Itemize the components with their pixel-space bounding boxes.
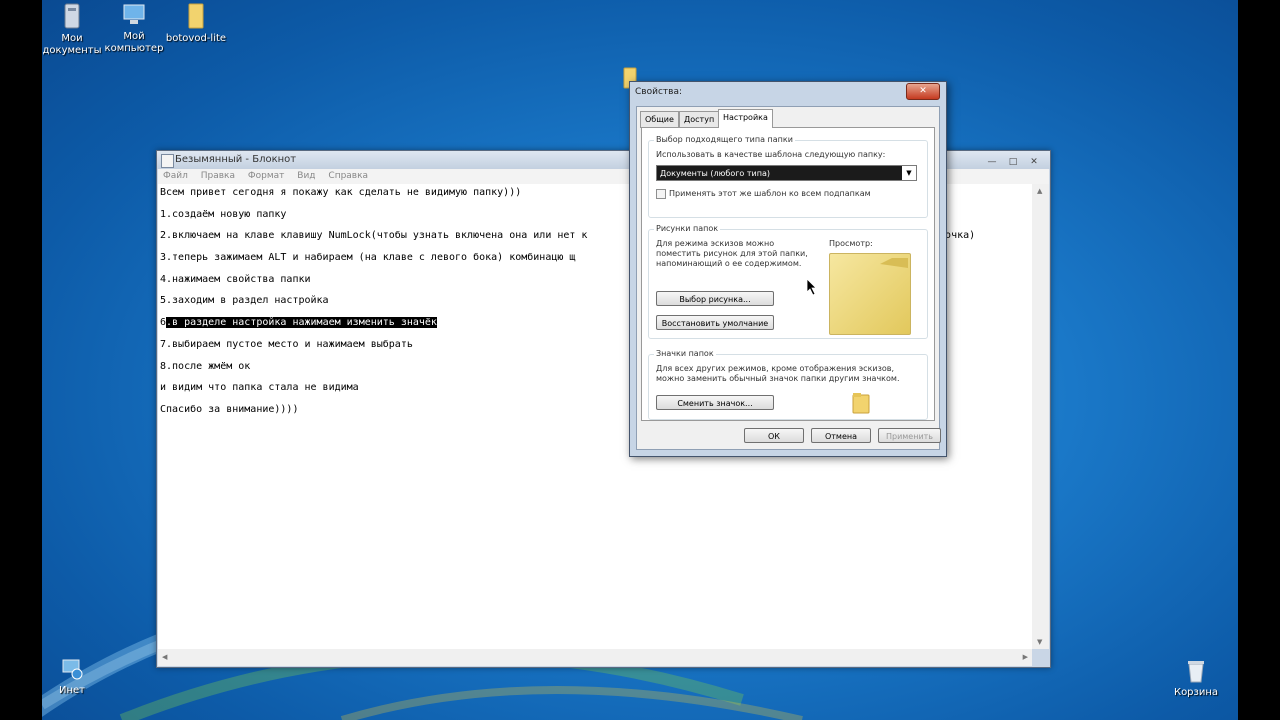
- recycle-bin-icon: [1188, 661, 1204, 683]
- menu-view[interactable]: Вид: [297, 171, 315, 181]
- folder-icon: [880, 258, 908, 268]
- template-prompt: Использовать в качестве шаблона следующу…: [656, 150, 886, 159]
- checkbox-label: Применять этот же шаблон ко всем подпапк…: [669, 189, 871, 198]
- desktop-icon-label: Инет: [59, 685, 85, 696]
- folder-icons-group: Значки папок Для всех других режимов, кр…: [648, 349, 928, 420]
- apply-button[interactable]: Применить: [878, 428, 941, 443]
- restore-default-button[interactable]: Восстановить умолчание: [656, 315, 774, 330]
- desktop-icon-recycle-bin[interactable]: Корзина: [1162, 658, 1230, 699]
- dialog-body: Общие Доступ Настройка Выбор подходящего…: [636, 106, 941, 450]
- window-title: Безымянный - Блокнот: [175, 154, 297, 165]
- dialog-title: Свойства:: [635, 87, 682, 97]
- group-label: Рисунки папок: [654, 224, 721, 233]
- tab-general[interactable]: Общие: [640, 111, 679, 128]
- menu-file[interactable]: Файл: [163, 171, 188, 181]
- properties-dialog[interactable]: Свойства: ✕ Общие Доступ Настройка Выбор…: [629, 81, 947, 457]
- horizontal-scrollbar[interactable]: ◀ ▶: [158, 649, 1032, 666]
- customize-panel: Выбор подходящего типа папки Использоват…: [641, 127, 935, 421]
- network-icon: [62, 659, 83, 680]
- folder-type-group: Выбор подходящего типа папки Использоват…: [648, 135, 928, 218]
- scroll-down-icon[interactable]: ▼: [1037, 638, 1042, 646]
- tab-customize[interactable]: Настройка: [718, 109, 773, 128]
- change-icon-button[interactable]: Сменить значок...: [656, 395, 774, 410]
- pictures-description: Для режима эскизов можно поместить рисун…: [656, 239, 808, 268]
- maximize-button[interactable]: □: [1003, 156, 1023, 169]
- folder-preview-image: [829, 253, 911, 335]
- folder-template-select[interactable]: Документы (любого типа) ▼: [656, 165, 917, 181]
- close-button[interactable]: ✕: [1024, 156, 1044, 169]
- desktop-icon-my-documents[interactable]: Мои документы: [42, 2, 106, 57]
- desktop-icon-label: Мои документы: [42, 33, 102, 56]
- desktop-icon-botovod[interactable]: botovod-lite: [162, 2, 230, 45]
- desktop-icon-label: Корзина: [1173, 687, 1219, 698]
- minimize-button[interactable]: —: [982, 156, 1002, 169]
- scroll-up-icon[interactable]: ▲: [1037, 187, 1042, 195]
- desktop-icon-my-computer[interactable]: Мой компьютер: [100, 2, 168, 55]
- text-line-start: 2.включаем на клаве клавишу NumLock(чтоб…: [160, 230, 588, 242]
- group-label: Выбор подходящего типа папки: [654, 135, 795, 144]
- vertical-scrollbar[interactable]: ▲ ▼: [1032, 184, 1049, 649]
- desktop-icon-label: Мой компьютер: [104, 31, 164, 54]
- icons-description: Для всех других режимов, кроме отображен…: [656, 364, 900, 383]
- my-documents-icon: [64, 3, 80, 29]
- scroll-left-icon[interactable]: ◀: [162, 653, 167, 661]
- computer-icon: [123, 4, 145, 24]
- apply-subfolders-checkbox[interactable]: [656, 189, 666, 199]
- choose-picture-button[interactable]: Выбор рисунка...: [656, 291, 774, 306]
- select-value: Документы (любого типа): [660, 169, 770, 178]
- folder-icon: [188, 3, 204, 29]
- menu-help[interactable]: Справка: [328, 171, 368, 181]
- selected-text: .в разделе настройка нажимаем изменить з…: [166, 317, 437, 329]
- scroll-right-icon[interactable]: ▶: [1023, 653, 1028, 661]
- folder-icon: [852, 393, 870, 414]
- folder-pictures-group: Рисунки папок Для режима эскизов можно п…: [648, 224, 928, 339]
- desktop-icon-label: botovod-lite: [165, 33, 227, 44]
- ok-button[interactable]: ОК: [744, 428, 804, 443]
- chevron-down-icon: ▼: [902, 166, 916, 180]
- desktop-icon-inet[interactable]: Инет: [42, 658, 106, 697]
- cancel-button[interactable]: Отмена: [811, 428, 871, 443]
- menu-edit[interactable]: Правка: [201, 171, 235, 181]
- preview-label: Просмотр:: [829, 239, 873, 248]
- tab-sharing[interactable]: Доступ: [679, 111, 720, 128]
- mouse-cursor-icon: [806, 278, 817, 296]
- notepad-app-icon: [161, 154, 174, 168]
- close-button[interactable]: ✕: [906, 83, 940, 100]
- group-label: Значки папок: [654, 349, 716, 358]
- menu-format[interactable]: Формат: [248, 171, 285, 181]
